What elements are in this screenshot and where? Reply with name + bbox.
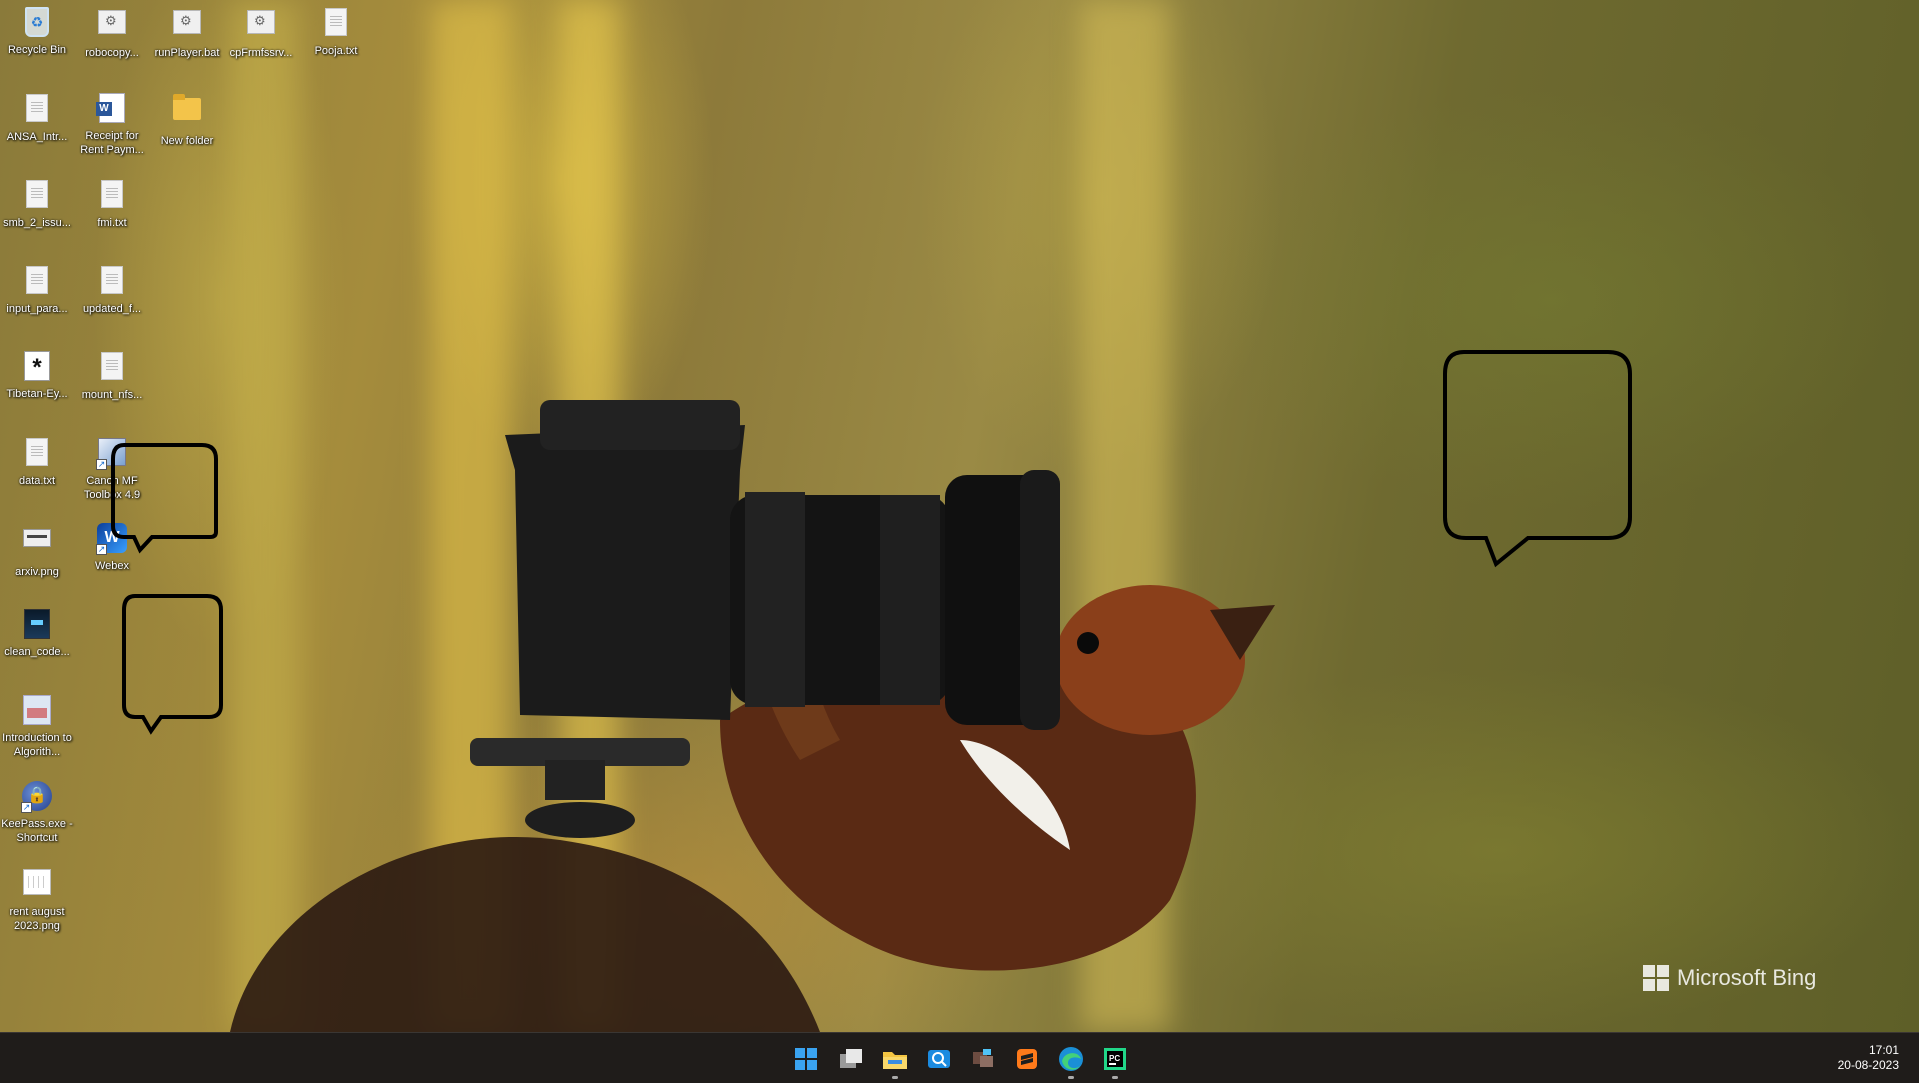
desktop-icon-label: clean_code...: [4, 646, 70, 658]
batch-file-icon: ⚙: [96, 10, 128, 42]
desktop-icon-label: cpFrmfssrv...: [229, 47, 293, 59]
desktop-icon-label: Recycle Bin: [7, 44, 67, 56]
taskbar-pycharm-button[interactable]: PC: [1097, 1041, 1133, 1079]
clock-time: 17:01: [1868, 1043, 1899, 1057]
taskbar: PC 17:01 20-08-2023: [0, 1032, 1919, 1083]
windows-start-icon: [795, 1048, 817, 1070]
svg-text:PC: PC: [1109, 1054, 1120, 1063]
desktop-icon-keepass[interactable]: 🔒 ↗ KeePass.exe - Shortcut: [0, 780, 75, 845]
shortcut-arrow-icon: ↗: [96, 459, 107, 470]
text-file-icon: [320, 8, 352, 40]
desktop-icon-runplayer[interactable]: ⚙ runPlayer.bat: [149, 6, 225, 60]
image-file-icon: [21, 529, 53, 561]
desktop-icon-label: updated_f...: [82, 303, 142, 315]
text-file-icon: [21, 180, 53, 212]
search-icon: [928, 1050, 950, 1068]
taskbar-file-explorer-button[interactable]: [877, 1041, 913, 1079]
text-file-icon: [21, 438, 53, 470]
desktop-icon-label: mount_nfs...: [81, 389, 143, 401]
text-file-icon: [96, 266, 128, 298]
pdf-book-icon: [21, 695, 53, 727]
desktop-icon-label: robocopy...: [85, 47, 139, 59]
desktop-icon-label: New folder: [160, 135, 214, 147]
desktop-icon-cpfrmfssrv[interactable]: ⚙ cpFrmfssrv...: [223, 6, 299, 60]
desktop-icon-label: Webex: [94, 560, 130, 572]
desktop-icon-robocopy[interactable]: ⚙ robocopy...: [74, 6, 150, 60]
git-client-icon: [1017, 1049, 1037, 1069]
desktop-icon-smb-issue[interactable]: smb_2_issu...: [0, 178, 75, 230]
desktop-icon-data-txt[interactable]: data.txt: [0, 436, 75, 488]
text-file-icon: [96, 352, 128, 384]
shortcut-arrow-icon: ↗: [96, 544, 107, 555]
text-file-icon: [96, 180, 128, 212]
desktop-icon-updated[interactable]: updated_f...: [74, 264, 150, 316]
taskbar-start-button[interactable]: [788, 1041, 824, 1077]
batch-file-icon: ⚙: [171, 10, 203, 42]
taskbar-sublime-merge-button[interactable]: [1009, 1041, 1045, 1077]
desktop-icon-label: input_para...: [6, 303, 68, 315]
desktop-icon-recycle-bin[interactable]: ♻ Recycle Bin: [0, 6, 75, 57]
running-indicator: [1068, 1076, 1074, 1079]
desktop-icon-new-folder[interactable]: New folder: [149, 92, 225, 148]
desktop-icon-clean-code[interactable]: clean_code...: [0, 608, 75, 659]
desktop-icon-label: Introduction to Algorith...: [2, 732, 72, 758]
file-explorer-icon: [883, 1052, 907, 1069]
pycharm-icon: PC: [1104, 1048, 1126, 1070]
desktop-icon-label: data.txt: [18, 475, 56, 487]
bing-watermark: Microsoft Bing: [1643, 965, 1816, 991]
system-clock[interactable]: 17:01 20-08-2023: [1838, 1043, 1899, 1073]
shortcut-arrow-icon: ↗: [21, 802, 32, 813]
desktop-icon-ansa[interactable]: ANSA_Intr...: [0, 92, 75, 144]
asterisk-file-icon: *: [21, 351, 53, 383]
word-document-icon: W: [96, 93, 128, 125]
desktop-icon-intro-algorithms[interactable]: Introduction to Algorith...: [0, 694, 75, 759]
text-file-icon: [21, 94, 53, 126]
taskbar-task-view-button[interactable]: [833, 1041, 869, 1077]
pdf-book-icon: [21, 609, 53, 641]
task-view-icon: [840, 1049, 862, 1068]
desktop-icon-label: ANSA_Intr...: [6, 131, 68, 143]
batch-file-icon: ⚙: [245, 10, 277, 42]
desktop-icon-label: smb_2_issu...: [3, 217, 71, 229]
desktop-icon-label: runPlayer.bat: [154, 47, 220, 59]
keepass-icon: 🔒 ↗: [21, 781, 53, 813]
desktop-icon-label: Pooja.txt: [314, 45, 358, 57]
recycle-bin-icon: ♻: [21, 7, 53, 39]
desktop-icon-label: KeePass.exe - Shortcut: [1, 818, 73, 844]
speech-bubble-left-bottom: [122, 594, 223, 735]
desktop-icon-arxiv-png[interactable]: arxiv.png: [0, 522, 75, 579]
desktop-icon-label: rent august 2023.png: [9, 906, 65, 932]
running-indicator: [892, 1076, 898, 1079]
clock-date: 20-08-2023: [1837, 1058, 1899, 1072]
desktop-icon-input-para[interactable]: input_para...: [0, 264, 75, 316]
speech-bubble-right: [1443, 350, 1632, 568]
image-file-icon: [21, 869, 53, 901]
desktop-icon-label: arxiv.png: [15, 566, 59, 578]
folder-icon: [171, 94, 203, 130]
desktop-icon-label: Tibetan-Ey...: [6, 388, 68, 400]
remote-desktop-icon: [973, 1049, 993, 1067]
edge-browser-icon: [1059, 1047, 1083, 1071]
desktop-icon-receipt[interactable]: W Receipt for Rent Paym...: [74, 92, 150, 157]
taskbar-remote-desktop-button[interactable]: [965, 1041, 1001, 1077]
microsoft-logo-icon: [1643, 965, 1669, 991]
bing-watermark-text: Microsoft Bing: [1677, 965, 1817, 990]
running-indicator: [1112, 1076, 1118, 1079]
desktop-icon-label: fmi.txt: [97, 217, 127, 229]
desktop-icon-mount-nfs[interactable]: mount_nfs...: [74, 350, 150, 402]
desktop-icon-fmi-txt[interactable]: fmi.txt: [74, 178, 150, 230]
desktop-icon-pooja-txt[interactable]: Pooja.txt: [298, 6, 374, 58]
speech-bubble-left-top: [111, 443, 218, 554]
desktop-icon-label: Receipt for Rent Paym...: [80, 130, 144, 156]
taskbar-search-button[interactable]: [921, 1041, 957, 1077]
text-file-icon: [21, 266, 53, 298]
desktop-icon-rent-august[interactable]: rent august 2023.png: [0, 866, 75, 933]
desktop-icon-tibetan[interactable]: * Tibetan-Ey...: [0, 350, 75, 401]
taskbar-edge-button[interactable]: [1053, 1041, 1089, 1079]
